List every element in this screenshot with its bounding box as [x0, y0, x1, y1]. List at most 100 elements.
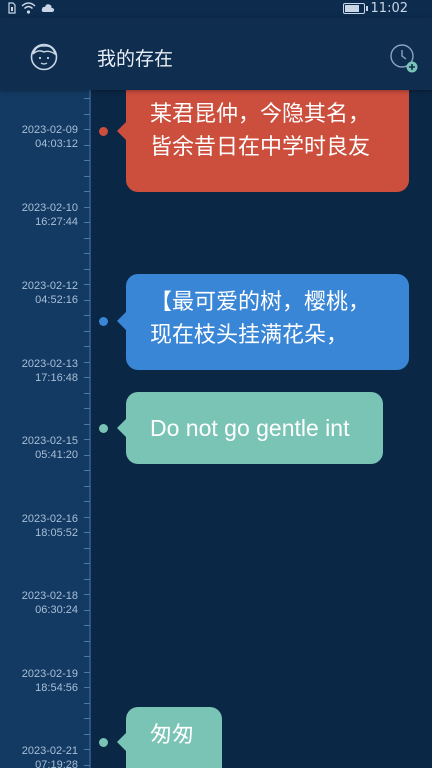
timeline-tick	[84, 501, 90, 502]
battery-icon	[342, 3, 368, 14]
timeline-tick	[84, 377, 90, 378]
timeline-tick	[84, 610, 90, 611]
date-text: 2023-02-21	[21, 745, 78, 757]
date-text: 2023-02-15	[21, 435, 78, 447]
timeline-tick	[84, 455, 90, 456]
clock-time: 11:02	[370, 1, 408, 16]
timeline-date-label: 2023-02-12 04:52:16	[6, 279, 78, 307]
timeline-tick	[84, 269, 90, 270]
timeline-tick	[84, 145, 90, 146]
timeline-tick	[84, 439, 90, 440]
time-text: 07:19:28	[35, 759, 78, 768]
timeline-tick	[84, 734, 90, 735]
timeline-tick	[84, 765, 90, 766]
timeline-tick	[84, 641, 90, 642]
date-text: 2023-02-18	[21, 590, 78, 602]
timeline-tick	[84, 160, 90, 161]
note-text: Do not go gentle int	[150, 415, 350, 441]
timeline-tick	[84, 362, 90, 363]
date-text: 2023-02-12	[21, 280, 78, 292]
sim-card-icon	[8, 2, 16, 14]
timeline-tick	[84, 749, 90, 750]
bubble-pointer	[117, 122, 126, 140]
timeline-tick	[84, 470, 90, 471]
time-text: 16:27:44	[35, 216, 78, 228]
timeline-tick	[84, 548, 90, 549]
timeline-tick	[84, 222, 90, 223]
note-text: 【最可爱的树，樱桃， 现在枝头挂满花朵，	[150, 290, 371, 348]
date-text: 2023-02-09	[21, 124, 78, 136]
note-card[interactable]: Do not go gentle int	[126, 392, 383, 464]
bubble-pointer	[117, 733, 126, 751]
app-bar: 我的存在	[0, 18, 432, 90]
timeline-tick	[84, 176, 90, 177]
timeline-tick	[84, 625, 90, 626]
status-icons-right: 11:02	[342, 1, 408, 16]
note-card[interactable]: 【最可爱的树，樱桃， 现在枝头挂满花朵，	[126, 274, 409, 370]
timeline-date-label: 2023-02-18 06:30:24	[6, 589, 78, 617]
timeline-dot	[99, 317, 108, 326]
timeline-tick	[84, 687, 90, 688]
page-title: 我的存在	[97, 48, 174, 70]
timeline-tick	[84, 191, 90, 192]
timeline-tick	[84, 315, 90, 316]
date-text: 2023-02-10	[21, 202, 78, 214]
timeline-date-label: 2023-02-13 17:16:48	[6, 357, 78, 385]
timeline-date-label: 2023-02-16 18:05:52	[6, 512, 78, 540]
timeline-date-label: 2023-02-19 18:54:56	[6, 667, 78, 695]
note-text: 某君昆仲，今隐其名，皆余昔日在中学时良友	[150, 102, 371, 160]
timeline-date-label: 2023-02-10 16:27:44	[6, 201, 78, 229]
timeline-tick	[84, 486, 90, 487]
timeline-tick	[84, 98, 90, 99]
date-text: 2023-02-16	[21, 513, 78, 525]
timeline-tick	[84, 346, 90, 347]
timeline-tick	[84, 672, 90, 673]
note-card[interactable]: 匆匆	[126, 707, 222, 768]
time-text: 05:41:20	[35, 449, 78, 461]
timeline-tick	[84, 114, 90, 115]
timeline-tick	[84, 331, 90, 332]
timeline-tick	[84, 579, 90, 580]
time-text: 04:03:12	[35, 138, 78, 150]
clock-add-icon[interactable]	[388, 42, 418, 74]
timeline-tick	[84, 594, 90, 595]
timeline-tick	[84, 238, 90, 239]
timeline-tick	[84, 253, 90, 254]
timeline-tick	[84, 517, 90, 518]
screen: 11:02 我的存在 2023-02-09 04:03:12 2023-02-1…	[0, 0, 432, 768]
status-bar: 11:02	[0, 0, 432, 18]
date-text: 2023-02-13	[21, 358, 78, 370]
timeline-tick	[84, 424, 90, 425]
status-icons-left	[8, 2, 55, 14]
timeline-tick	[84, 408, 90, 409]
note-text: 匆匆	[150, 723, 195, 748]
timeline-tick	[84, 129, 90, 130]
timeline-tick	[84, 207, 90, 208]
timeline-tick	[84, 284, 90, 285]
time-text: 17:16:48	[35, 372, 78, 384]
timeline-dot	[99, 738, 108, 747]
timeline-tick	[84, 703, 90, 704]
timeline-tick	[84, 393, 90, 394]
timeline-date-label: 2023-02-21 07:19:28	[6, 744, 78, 768]
timeline-tick	[84, 563, 90, 564]
time-text: 18:05:52	[35, 527, 78, 539]
timeline-dot	[99, 127, 108, 136]
face-avatar-icon[interactable]	[29, 42, 59, 72]
time-text: 04:52:16	[35, 294, 78, 306]
time-text: 18:54:56	[35, 682, 78, 694]
bubble-pointer	[117, 312, 126, 330]
note-card[interactable]: 某君昆仲，今隐其名，皆余昔日在中学时良友	[126, 72, 409, 192]
wifi-icon	[21, 2, 36, 14]
cloud-icon	[41, 4, 55, 12]
battery-level	[344, 5, 359, 12]
timeline-tick	[84, 532, 90, 533]
time-text: 06:30:24	[35, 604, 78, 616]
bubble-pointer	[117, 419, 126, 437]
timeline-tick	[84, 718, 90, 719]
timeline-date-label: 2023-02-15 05:41:20	[6, 434, 78, 462]
timeline-tick	[84, 300, 90, 301]
date-text: 2023-02-19	[21, 668, 78, 680]
timeline-date-label: 2023-02-09 04:03:12	[6, 123, 78, 151]
timeline-tick	[84, 656, 90, 657]
